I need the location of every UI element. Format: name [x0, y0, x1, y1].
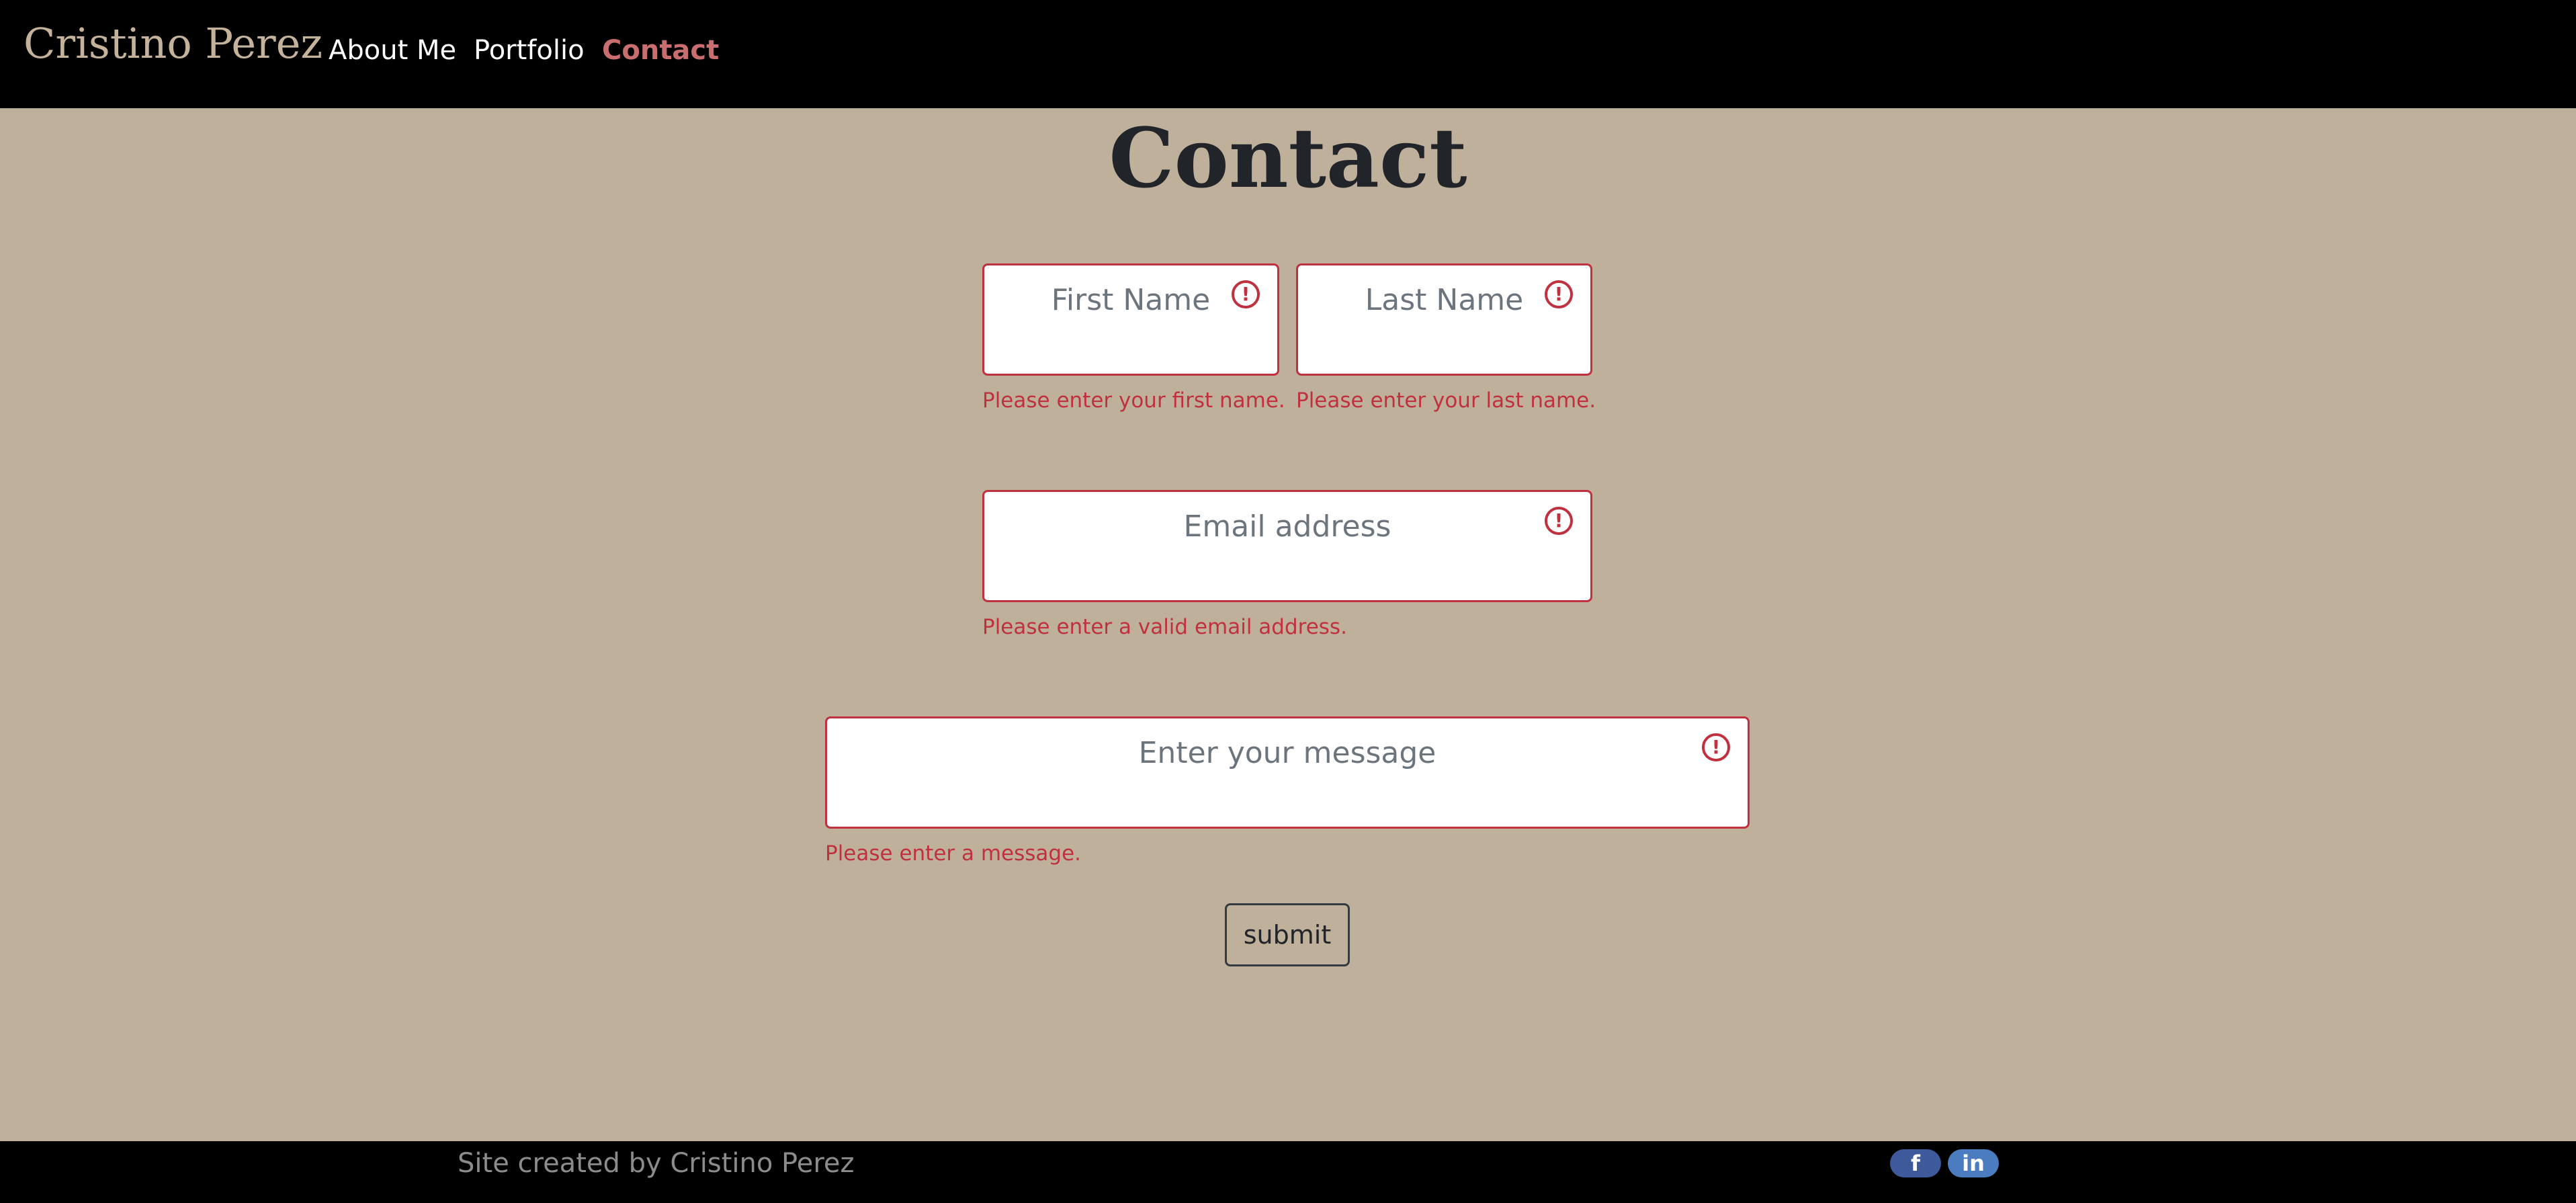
- nav-link-about-me[interactable]: About Me: [329, 35, 456, 66]
- error-icon: !: [1232, 280, 1260, 308]
- error-icon: !: [1545, 280, 1573, 308]
- first-name-field[interactable]: First Name !: [982, 263, 1279, 376]
- email-error: Please enter a valid email address.: [982, 615, 1347, 639]
- navbar: Cristino Perez About Me Portfolio Contac…: [0, 0, 2576, 108]
- error-icon: !: [1702, 733, 1730, 761]
- email-field[interactable]: Email address !: [982, 490, 1592, 602]
- footer: Site created by Cristino Perez f in: [0, 1141, 2576, 1203]
- message-field[interactable]: Enter your message !: [825, 716, 1750, 829]
- message-error: Please enter a message.: [825, 841, 1082, 866]
- page-title: Contact: [1109, 110, 1467, 206]
- submit-button[interactable]: submit: [1225, 903, 1350, 966]
- last-name-field[interactable]: Last Name !: [1296, 263, 1592, 376]
- email-placeholder: Email address: [1183, 509, 1391, 544]
- facebook-icon[interactable]: f: [1890, 1149, 1941, 1177]
- message-placeholder: Enter your message: [1138, 736, 1436, 770]
- footer-credit: Site created by Cristino Perez: [458, 1148, 855, 1179]
- error-icon: !: [1545, 507, 1573, 535]
- last-name-error: Please enter your last name.: [1296, 388, 1596, 413]
- nav-link-contact[interactable]: Contact: [602, 35, 719, 66]
- nav-link-portfolio[interactable]: Portfolio: [474, 35, 585, 66]
- linkedin-icon[interactable]: in: [1948, 1149, 1999, 1177]
- first-name-error: Please enter your first name.: [982, 388, 1285, 413]
- brand-logo[interactable]: Cristino Perez: [24, 19, 323, 68]
